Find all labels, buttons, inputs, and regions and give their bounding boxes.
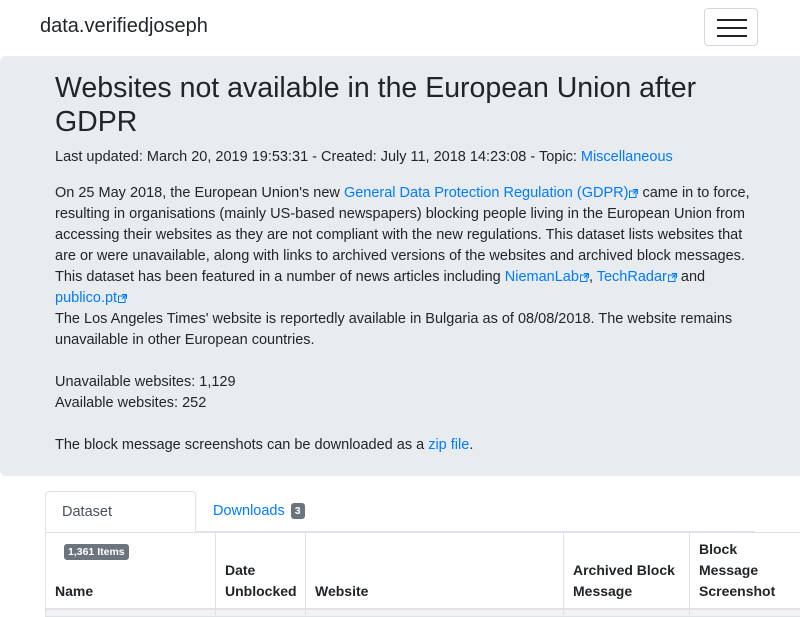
created-value: July 11, 2018 14:23:08	[381, 149, 527, 165]
last-updated-value: March 20, 2019 19:53:31	[147, 149, 308, 165]
table-cell	[306, 609, 564, 617]
publico-link-label: publico.pt	[55, 290, 117, 306]
table-cell	[216, 609, 306, 617]
gdpr-link-label: General Data Protection Regulation (GDPR…	[344, 185, 629, 201]
techradar-link-label: TechRadar	[597, 269, 667, 285]
tab-downloads-label: Downloads	[213, 503, 285, 519]
tab-dataset[interactable]: Dataset 1,361 Items	[45, 491, 196, 532]
tab-downloads[interactable]: Downloads 3	[197, 491, 321, 532]
intro-text: On 25 May 2018, the European Union's new	[55, 185, 344, 201]
gdpr-link[interactable]: General Data Protection Regulation (GDPR…	[344, 185, 639, 201]
available-count: Available websites: 252	[55, 395, 206, 411]
column-header-archived-block-message[interactable]: Archived Block Message	[564, 533, 690, 610]
separator-text: ,	[589, 269, 597, 285]
page-title: Websites not available in the European U…	[55, 71, 755, 139]
unavailable-count: Unavailable websites: 1,129	[55, 374, 236, 390]
table-cell	[690, 609, 800, 617]
navbar: data.verifiedjoseph	[0, 0, 800, 56]
topic-label: - Topic:	[526, 149, 581, 165]
publico-link[interactable]: publico.pt	[55, 290, 127, 306]
screenshot-download-note: The block message screenshots can be dow…	[55, 435, 755, 456]
downloads-count-badge: 3	[291, 503, 305, 519]
zip-file-link[interactable]: zip file	[428, 437, 469, 453]
tab-dataset-label: Dataset	[62, 504, 112, 520]
column-header-date-unblocked[interactable]: Date Unblocked	[216, 533, 306, 610]
column-header-name[interactable]: Name	[46, 533, 216, 610]
external-link-icon	[629, 189, 638, 198]
techradar-link[interactable]: TechRadar	[597, 269, 677, 285]
niemanlab-link[interactable]: NiemanLab	[505, 269, 589, 285]
los-angeles-times-note: The Los Angeles Times' website is report…	[55, 309, 755, 351]
table-cell	[564, 609, 690, 617]
dataset-table: Name Date Unblocked Website Archived Blo…	[45, 532, 800, 617]
table-cell	[46, 609, 216, 617]
hamburger-menu-icon	[717, 18, 747, 38]
brand-link[interactable]: data.verifiedjoseph	[40, 14, 208, 38]
intro-paragraph: On 25 May 2018, the European Union's new…	[55, 183, 755, 309]
niemanlab-link-label: NiemanLab	[505, 269, 579, 285]
external-link-icon	[118, 294, 127, 303]
topic-link[interactable]: Miscellaneous	[581, 149, 673, 165]
table-row	[46, 609, 800, 617]
dataset-tabs: Dataset 1,361 Items Downloads 3	[45, 491, 755, 532]
download-note-text: .	[469, 437, 473, 453]
external-link-icon	[668, 273, 677, 282]
download-note-text: The block message screenshots can be dow…	[55, 437, 428, 453]
column-header-website[interactable]: Website	[306, 533, 564, 610]
separator-text: and	[677, 269, 705, 285]
last-updated-label: Last updated:	[55, 149, 147, 165]
column-header-block-message-screenshot[interactable]: Block Message Screenshot	[690, 533, 800, 610]
website-counts: Unavailable websites: 1,129 Available web…	[55, 372, 755, 414]
external-link-icon	[580, 273, 589, 282]
dataset-meta: Last updated: March 20, 2019 19:53:31 - …	[55, 148, 673, 166]
created-label: - Created:	[308, 149, 381, 165]
navbar-toggle-button[interactable]	[704, 8, 758, 46]
dataset-header: Websites not available in the European U…	[0, 56, 800, 476]
